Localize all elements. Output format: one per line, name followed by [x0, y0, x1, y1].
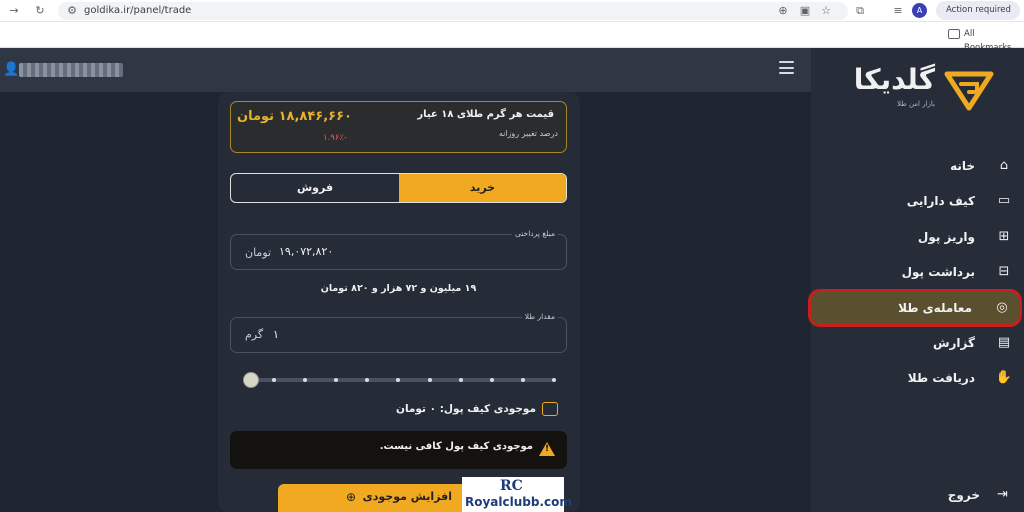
wallet-plus-icon: ⊕ [346, 490, 357, 504]
gold-price-box: قیمت هر گرم طلای ۱۸ عیار درصد تغییر روزا… [230, 101, 567, 153]
increase-balance-label: افزایش موجودی [362, 490, 452, 503]
sidebar-item-label: دریافت طلا [907, 371, 975, 385]
sidebar-item-report[interactable]: گزارش ▤ [811, 328, 1024, 358]
profile-avatar[interactable]: A [912, 3, 927, 18]
sidebar-item-label: برداشت پول [901, 265, 975, 279]
media-controls-icon[interactable]: ≡ [890, 3, 906, 19]
withdraw-icon: ⊟ [998, 264, 1010, 279]
app-topbar: 👤 [0, 48, 811, 92]
payment-amount-value: ۱۹,۰۷۲,۸۲۰ [279, 245, 334, 258]
daily-change-label: درصد تغییر روزانه [498, 129, 558, 138]
sidebar-item-label: واریز پول [917, 230, 975, 244]
tab-sell[interactable]: فروش [231, 174, 399, 202]
brand-logo-icon [944, 71, 994, 111]
zoom-icon[interactable]: ⊕ [775, 3, 791, 19]
browser-toolbar: → ↻ ⚙ goldika.ir/panel/trade ⊕ ▣ ☆ ⧉ ≡ A… [0, 0, 1024, 22]
extensions-icon[interactable]: ⧉ [852, 3, 868, 19]
insufficient-balance-alert: موجودی کیف پول کافی نیست. [230, 431, 567, 469]
install-app-icon[interactable]: ▣ [797, 3, 813, 19]
logout-label: خروج [947, 488, 980, 502]
slider-tick [458, 378, 463, 382]
wallet-balance-text: موجودی کیف پول: ۰ تومان [396, 403, 536, 415]
folder-icon [948, 29, 960, 39]
url-text: goldika.ir/panel/trade [84, 5, 192, 16]
wallet-balance: موجودی کیف پول: ۰ تومان [396, 401, 558, 417]
payment-amount-legend: مبلغ پرداختی [512, 229, 558, 239]
watermark-site: Royalclubb.com [465, 495, 572, 509]
menu-icon[interactable] [779, 61, 794, 75]
wallet-icon: ▭ [997, 193, 1011, 208]
trade-tabs: فروش خرید [230, 173, 567, 203]
gold-amount-legend: مقدار طلا [521, 312, 558, 322]
gold-trade-icon: ◎ [996, 300, 1008, 315]
slider-tick [272, 378, 276, 382]
alert-text: موجودی کیف پول کافی نیست. [379, 441, 533, 452]
sidebar-item-label: کیف دارایی [906, 194, 975, 208]
user-name-blurred [19, 63, 123, 77]
receive-gold-icon: ✋ [995, 370, 1013, 385]
forward-icon[interactable]: → [6, 3, 22, 19]
gold-amount-value: ۱ [273, 328, 279, 341]
slider-tick [552, 378, 556, 382]
gold-amount-unit: گرم [245, 328, 264, 341]
sidebar-item-receive-gold[interactable]: دریافت طلا ✋ [811, 363, 1024, 393]
reload-icon[interactable]: ↻ [32, 3, 48, 19]
action-required-button[interactable]: Action required [936, 1, 1020, 20]
home-icon: ⌂ [999, 158, 1009, 173]
payment-amount-unit: تومان [245, 246, 272, 259]
sidebar-item-gold-trade[interactable]: معامله‌ی طلا ◎ [808, 289, 1022, 327]
logout-icon: ⇥ [997, 487, 1008, 502]
daily-change-value: -۱.۹۶٪ [323, 133, 348, 143]
sidebar-item-deposit[interactable]: واریز پول ⊞ [811, 222, 1024, 252]
payment-amount-field[interactable]: مبلغ پرداختی ۱۹,۰۷۲,۸۲۰ تومان [230, 229, 567, 270]
gold-amount-slider[interactable] [243, 372, 556, 388]
brand-tagline: بازار امن طلا [896, 100, 935, 108]
watermark: RC Royalclubb.com [462, 477, 572, 512]
sidebar-item-label: گزارش [932, 336, 975, 350]
sidebar-item-home[interactable]: خانه ⌂ [811, 151, 1024, 181]
watermark-mark: RC [500, 478, 523, 494]
sidebar-item-withdraw[interactable]: برداشت پول ⊟ [811, 257, 1024, 287]
logout-button[interactable]: خروج ⇥ [811, 483, 1024, 507]
wallet-icon [542, 402, 558, 416]
site-settings-icon[interactable]: ⚙ [64, 3, 80, 19]
slider-tick [489, 378, 494, 382]
gold-amount-field[interactable]: مقدار طلا ۱ گرم [230, 312, 567, 353]
price-value: ۱۸,۸۴۶,۶۶۰ تومان [237, 109, 352, 124]
bookmarks-bar: All Bookmarks [0, 22, 1024, 53]
slider-track [250, 378, 554, 382]
slider-tick [520, 378, 525, 382]
sidebar-item-label: خانه [950, 159, 975, 173]
tab-buy[interactable]: خرید [399, 174, 566, 202]
slider-thumb[interactable] [243, 372, 259, 388]
increase-balance-button[interactable]: افزایش موجودی ⊕ [278, 484, 464, 512]
sidebar-item-wallet[interactable]: کیف دارایی ▭ [811, 186, 1024, 216]
price-title: قیمت هر گرم طلای ۱۸ عیار [417, 109, 554, 120]
brand-logo-text: گلدیکا [853, 63, 935, 96]
report-icon: ▤ [997, 335, 1011, 350]
user-icon[interactable]: 👤 [3, 62, 19, 78]
deposit-icon: ⊞ [998, 229, 1010, 244]
bookmark-star-icon[interactable]: ☆ [818, 3, 834, 19]
warning-icon [539, 442, 555, 456]
slider-tick [427, 378, 432, 382]
payment-amount-in-words: ۱۹ میلیون و ۷۲ هزار و ۸۲۰ تومان [320, 283, 477, 294]
sidebar-item-label: معامله‌ی طلا [898, 301, 972, 315]
